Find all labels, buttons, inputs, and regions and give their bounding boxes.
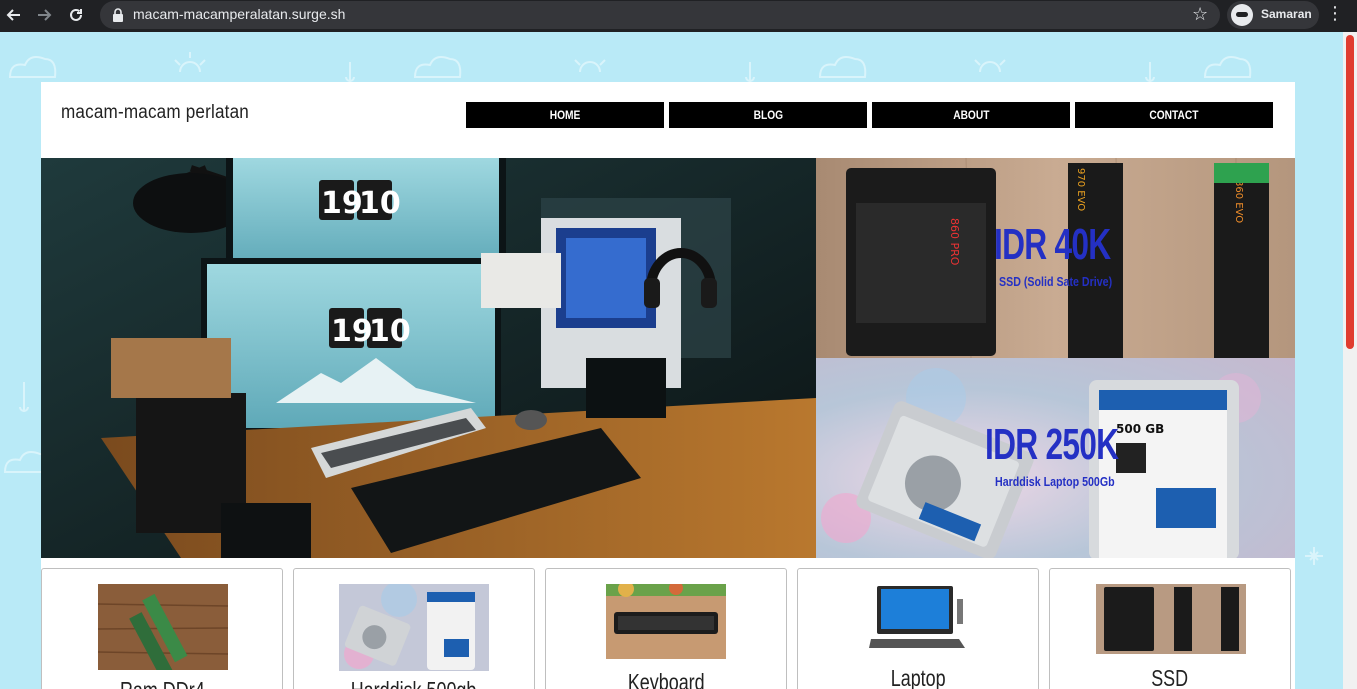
svg-text:10: 10 xyxy=(359,186,401,221)
promo-harddisk-banner[interactable]: 500 GB IDR 250K Harddisk Laptop 500Gb xyxy=(816,358,1295,558)
nav-contact[interactable]: CONTACT xyxy=(1075,102,1273,128)
page-viewport: macam-macam perlatan HOME BLOG ABOUT CON… xyxy=(0,32,1343,689)
url-text[interactable]: macam-macamperalatan.surge.sh xyxy=(133,6,345,22)
nav-blog[interactable]: BLOG xyxy=(669,102,867,128)
profile-button[interactable]: Samaran xyxy=(1227,1,1319,29)
svg-text:19: 19 xyxy=(331,314,373,349)
back-arrow-icon[interactable] xyxy=(3,4,25,26)
svg-text:970 EVO: 970 EVO xyxy=(1075,168,1086,211)
nav-about[interactable]: ABOUT xyxy=(872,102,1070,128)
site-container: macam-macam perlatan HOME BLOG ABOUT CON… xyxy=(41,82,1295,689)
product-list: Ram DDr4 Harddisk 500gb xyxy=(41,568,1295,689)
lock-icon xyxy=(113,8,123,22)
site-title[interactable]: macam-macam perlatan xyxy=(61,102,249,124)
product-title[interactable]: Ram DDr4 xyxy=(42,677,282,689)
product-card-harddisk[interactable]: Harddisk 500gb xyxy=(293,568,535,689)
product-card-laptop[interactable]: Laptop xyxy=(797,568,1039,689)
svg-text:19: 19 xyxy=(321,186,363,221)
product-card-ssd[interactable]: SSD xyxy=(1049,568,1291,689)
profile-name: Samaran xyxy=(1261,7,1312,21)
ram-thumbnail xyxy=(98,584,228,670)
svg-text:10: 10 xyxy=(369,314,411,349)
product-title[interactable]: Keyboard xyxy=(546,669,786,689)
harddisk-price-label: Harddisk Laptop 500Gb xyxy=(995,474,1115,489)
forward-arrow-icon[interactable] xyxy=(33,4,55,26)
ssd-thumbnail xyxy=(1096,584,1246,654)
bookmark-star-icon[interactable]: ☆ xyxy=(1192,4,1208,25)
harddisk-thumbnail xyxy=(339,584,489,671)
product-title[interactable]: Harddisk 500gb xyxy=(294,677,534,689)
laptop-thumbnail xyxy=(869,584,969,652)
reload-icon[interactable] xyxy=(65,4,87,26)
main-nav: HOME BLOG ABOUT CONTACT xyxy=(466,102,1273,128)
harddisk-price: IDR 250K xyxy=(985,420,1119,469)
svg-text:860 EVO: 860 EVO xyxy=(1233,180,1244,223)
svg-text:500 GB: 500 GB xyxy=(1116,422,1164,436)
address-bar[interactable]: macam-macamperalatan.surge.sh ☆ xyxy=(100,1,1220,29)
product-title[interactable]: SSD xyxy=(1050,665,1290,689)
incognito-avatar-icon xyxy=(1231,4,1253,26)
ssd-price: IDR 40K xyxy=(994,220,1111,269)
kebab-menu-icon[interactable]: ⋮ xyxy=(1326,3,1344,24)
promo-ssd-banner[interactable]: 860 PRO 970 EVO 860 EVO IDR 40K SSD (Sol… xyxy=(816,158,1295,358)
keyboard-thumbnail xyxy=(606,584,726,659)
scrollbar-thumb[interactable] xyxy=(1346,35,1354,349)
product-card-keyboard[interactable]: Keyboard xyxy=(545,568,787,689)
svg-text:860 PRO: 860 PRO xyxy=(948,218,961,266)
browser-toolbar: macam-macamperalatan.surge.sh ☆ Samaran … xyxy=(0,0,1357,32)
vertical-scrollbar[interactable] xyxy=(1343,32,1357,689)
hero-desk-setup-image: 19 10 19 10 xyxy=(41,158,816,558)
product-card-ram[interactable]: Ram DDr4 xyxy=(41,568,283,689)
nav-home[interactable]: HOME xyxy=(466,102,664,128)
product-title[interactable]: Laptop xyxy=(798,665,1038,689)
ssd-price-label: SSD (Solid Sate Drive) xyxy=(999,274,1113,289)
